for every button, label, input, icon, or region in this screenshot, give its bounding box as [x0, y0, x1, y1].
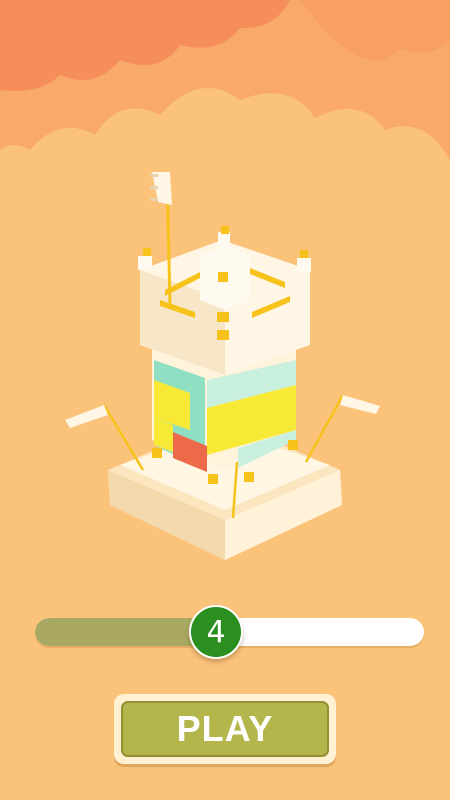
level-progress-fill: [35, 618, 211, 646]
play-button-label: PLAY: [176, 708, 274, 749]
level-number-badge: 4: [189, 605, 244, 659]
castle-tower-illustration: [65, 172, 380, 560]
tower-battlements: [138, 226, 311, 375]
play-button-face[interactable]: PLAY: [121, 701, 329, 757]
level-number: 4: [206, 614, 226, 650]
play-button[interactable]: PLAY: [114, 694, 336, 764]
